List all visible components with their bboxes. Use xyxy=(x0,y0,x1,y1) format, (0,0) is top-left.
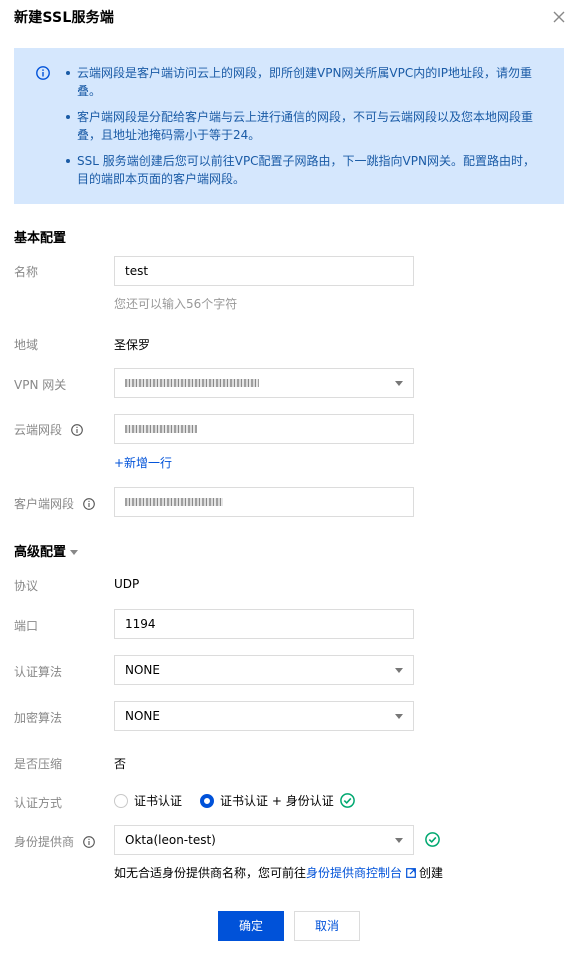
port-input[interactable]: 1194 xyxy=(114,609,414,639)
chevron-down-icon xyxy=(395,381,403,386)
compress-value: 否 xyxy=(114,757,127,771)
help-icon[interactable] xyxy=(82,836,95,848)
cloud-cidr-label: 云端网段 xyxy=(14,421,83,438)
check-circle-icon xyxy=(340,793,355,808)
client-cidr-label: 客户端网段 xyxy=(14,495,95,512)
auth-mode-label: 认证方式 xyxy=(14,796,63,810)
external-link-icon[interactable] xyxy=(406,867,416,878)
notice-item: 客户端网段是分配给客户端与云上进行通信的网段，不可与云端网段以及您本地网段重叠，… xyxy=(66,108,546,144)
info-icon xyxy=(36,66,50,80)
idp-note-prefix: 如无合适身份提供商名称，您可前往 xyxy=(114,866,307,880)
auth-algorithm-value: NONE xyxy=(125,663,160,677)
client-cidr-input[interactable] xyxy=(114,487,414,517)
radio-button[interactable] xyxy=(114,793,128,808)
info-notice: 云端网段是客户端访问云上的网段，即所创建VPN网关所属VPC内的IP地址段，请勿… xyxy=(14,48,564,204)
dialog-title: 新建SSL服务端 xyxy=(14,10,115,26)
radio-button-selected[interactable] xyxy=(200,793,215,808)
encrypt-algorithm-label: 加密算法 xyxy=(14,711,63,725)
compress-label: 是否压缩 xyxy=(14,757,63,771)
auth-algorithm-label: 认证算法 xyxy=(14,665,63,679)
protocol-value: UDP xyxy=(114,577,140,591)
idp-select[interactable]: Okta(leon-test) xyxy=(114,825,414,855)
redacted-vpn-gateway-value xyxy=(125,379,259,387)
idp-select-value: Okta(leon-test) xyxy=(125,833,216,847)
check-circle-icon xyxy=(425,832,440,847)
notice-item: SSL 服务端创建后您可以前往VPC配置子网路由，下一跳指向VPN网关。配置路由… xyxy=(66,152,546,188)
basic-config-title: 基本配置 xyxy=(14,231,67,246)
caret-down-icon xyxy=(70,550,79,555)
radio-cert-auth[interactable]: 证书认证 xyxy=(114,792,182,809)
client-cidr-label-text: 客户端网段 xyxy=(14,497,75,511)
redacted-client-cidr-value xyxy=(125,498,223,506)
radio-cert-auth-label: 证书认证 xyxy=(134,794,183,808)
idp-label: 身份提供商 xyxy=(14,833,95,850)
name-label: 名称 xyxy=(14,265,39,279)
idp-console-link[interactable]: 身份提供商控制台 xyxy=(306,864,402,881)
advanced-config-toggle[interactable]: 高级配置 xyxy=(14,541,79,560)
auth-algorithm-select[interactable]: NONE xyxy=(114,655,414,685)
add-row-link[interactable]: +新增一行 xyxy=(114,454,172,471)
chevron-down-icon xyxy=(395,668,403,673)
name-input[interactable]: test xyxy=(114,256,414,286)
chevron-down-icon xyxy=(395,838,403,843)
protocol-label: 协议 xyxy=(14,579,39,593)
redacted-cloud-cidr-value xyxy=(125,425,197,433)
help-icon[interactable] xyxy=(82,498,95,510)
advanced-config-title: 高级配置 xyxy=(14,545,67,560)
cancel-button[interactable]: 取消 xyxy=(294,911,360,941)
auth-mode-radio-group: 证书认证 证书认证 + 身份认证 xyxy=(114,792,352,809)
encrypt-algorithm-select[interactable]: NONE xyxy=(114,701,414,731)
cloud-cidr-input[interactable] xyxy=(114,414,414,444)
port-input-value: 1194 xyxy=(125,617,156,631)
port-label: 端口 xyxy=(14,619,39,633)
encrypt-algorithm-value: NONE xyxy=(125,709,160,723)
idp-note-suffix: 创建 xyxy=(419,866,444,880)
close-icon[interactable] xyxy=(552,10,566,24)
radio-cert-identity-auth[interactable]: 证书认证 + 身份认证 xyxy=(200,792,334,809)
vpn-gateway-label: VPN 网关 xyxy=(14,378,67,392)
confirm-button[interactable]: 确定 xyxy=(218,911,284,941)
name-input-value: test xyxy=(125,264,149,278)
cloud-cidr-label-text: 云端网段 xyxy=(14,423,63,437)
vpn-gateway-select[interactable] xyxy=(114,368,414,398)
region-label: 地域 xyxy=(14,338,39,352)
notice-list: 云端网段是客户端访问云上的网段，即所创建VPN网关所属VPC内的IP地址段，请勿… xyxy=(66,64,546,196)
region-value: 圣保罗 xyxy=(114,338,151,352)
idp-note: 如无合适身份提供商名称，您可前往 身份提供商控制台 创建 xyxy=(114,864,443,881)
name-char-hint: 您还可以输入56个字符 xyxy=(114,297,238,311)
chevron-down-icon xyxy=(395,714,403,719)
radio-cert-identity-auth-label: 证书认证 + 身份认证 xyxy=(220,794,334,808)
idp-label-text: 身份提供商 xyxy=(14,835,75,849)
help-icon[interactable] xyxy=(70,424,83,436)
notice-item: 云端网段是客户端访问云上的网段，即所创建VPN网关所属VPC内的IP地址段，请勿… xyxy=(66,64,546,100)
